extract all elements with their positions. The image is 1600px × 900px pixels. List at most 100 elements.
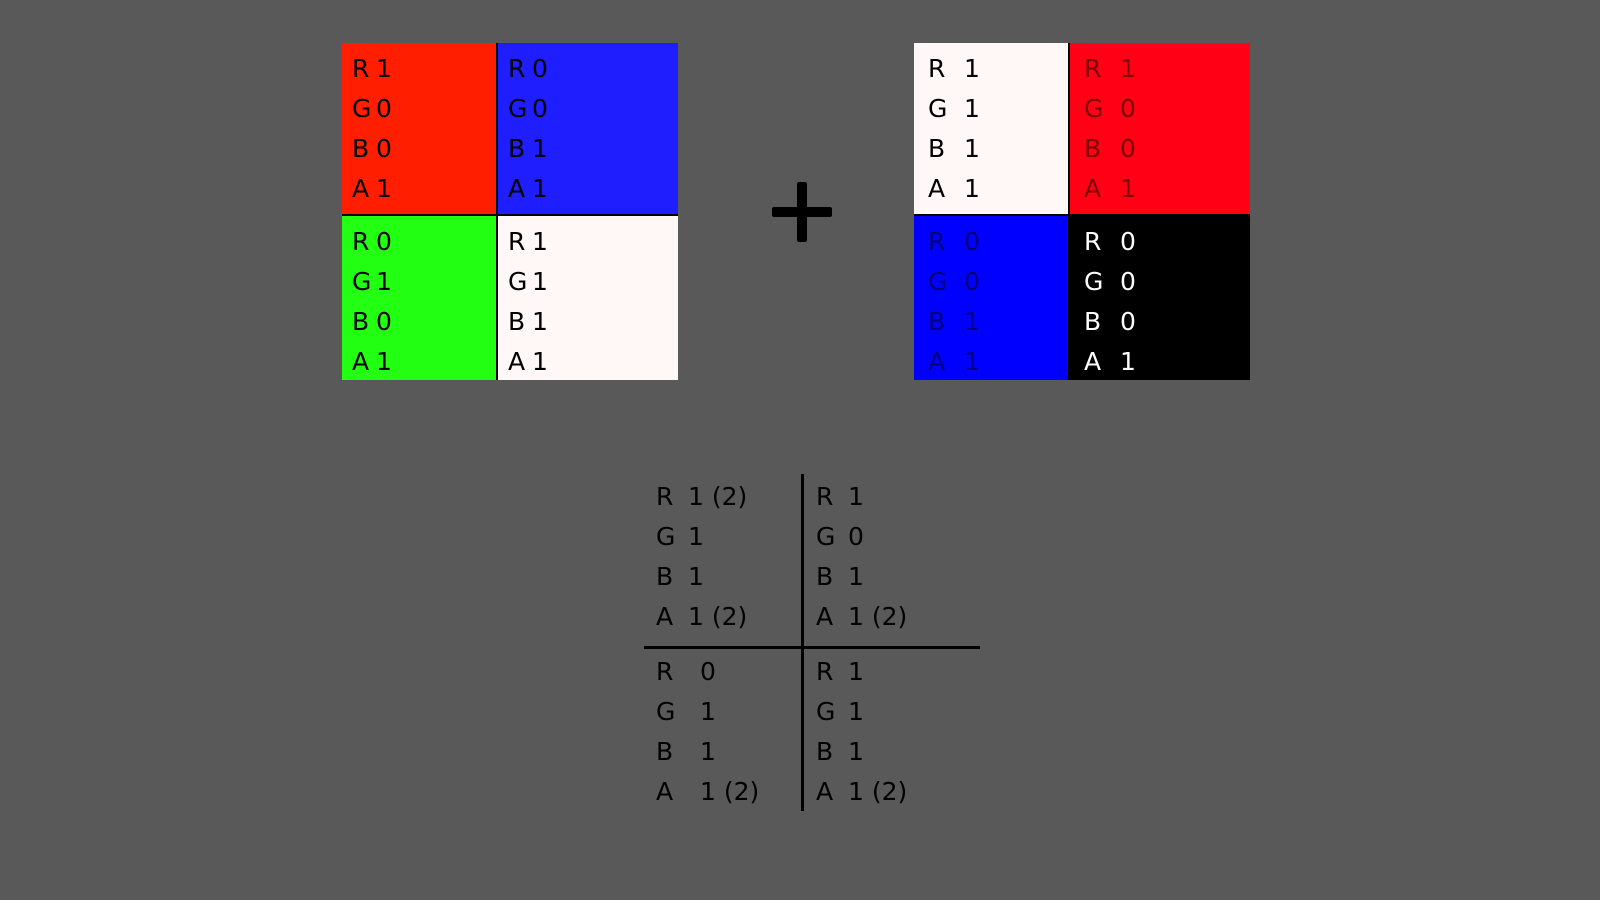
channel-row: B0 <box>352 129 392 169</box>
channel-row: G0 <box>1084 89 1136 129</box>
channel-value: 1 <box>964 174 980 203</box>
channel-label: G <box>352 94 372 123</box>
channel-row: R1 <box>816 477 907 517</box>
channel-label: R <box>656 482 674 511</box>
channel-value: 0 <box>1120 267 1136 296</box>
channel-label: G <box>928 267 948 296</box>
channel-value: 0 <box>700 657 716 686</box>
channel-label: A <box>656 602 674 631</box>
channel-row: G0 <box>816 517 907 557</box>
channel-row: R1 <box>352 49 392 89</box>
bottom-right-cell: R1G1B1A1 <box>498 216 678 380</box>
channel-row: G1 <box>656 692 759 732</box>
channel-label: G <box>816 697 836 726</box>
channel-value: 1 <box>532 227 548 256</box>
channel-row: A1 <box>1084 169 1136 209</box>
right-color-grid: R1G1B1A1R1G0B0A1R0G0B1A1R0G0B0A1 <box>914 43 1250 380</box>
channel-label: R <box>508 54 526 83</box>
channel-row: R1 <box>508 222 548 262</box>
channel-label: B <box>816 562 834 591</box>
channel-row: A1 <box>352 342 392 380</box>
channel-label: A <box>928 347 946 376</box>
channel-row: B1 <box>508 129 548 169</box>
channel-value: 1 (2) <box>848 602 908 631</box>
bottom-left-cell: R0G1B1A1 (2) <box>644 649 801 811</box>
channel-row: B1 <box>816 732 907 772</box>
channel-label: A <box>1084 347 1102 376</box>
channel-list: R1G1B1A1 <box>508 222 548 380</box>
channel-row: R0 <box>656 652 759 692</box>
channel-label: G <box>1084 267 1104 296</box>
top-right-cell: R1G0B0A1 <box>1070 43 1250 214</box>
channel-label: G <box>1084 94 1104 123</box>
channel-value: 1 <box>688 562 704 591</box>
channel-list: R0G0B0A1 <box>1084 222 1136 380</box>
channel-list: R1G0B1A1 (2) <box>816 477 907 637</box>
channel-row: R1 <box>816 652 907 692</box>
channel-label: R <box>1084 54 1102 83</box>
channel-value: 1 <box>532 307 548 336</box>
channel-label: A <box>508 174 526 203</box>
channel-label: A <box>1084 174 1102 203</box>
channel-label: B <box>352 307 370 336</box>
channel-label: G <box>928 94 948 123</box>
channel-row: B1 <box>928 302 980 342</box>
channel-value: 1 (2) <box>688 602 748 631</box>
channel-value: 1 <box>964 54 980 83</box>
channel-value: 1 <box>532 347 548 376</box>
left-color-grid: R1G0B0A1R0G0B1A1R0G1B0A1R1G1B1A1 <box>342 43 678 380</box>
channel-value: 0 <box>848 522 864 551</box>
channel-row: A1 <box>508 169 548 209</box>
channel-label: G <box>508 267 528 296</box>
channel-row: G0 <box>1084 262 1136 302</box>
channel-value: 0 <box>964 227 980 256</box>
channel-row: R0 <box>1084 222 1136 262</box>
result-grid: R1 (2) G 1 B 1 A 1 (2) R 1 G 0 B 1 A 1 (2) R 0 G 1 B 1 A 1 (2)… <box>644 474 980 811</box>
top-left-cell: R1G1B1A1 <box>914 43 1068 214</box>
top-right-cell: R1G0B1A1 (2) <box>804 474 980 646</box>
channel-label: B <box>508 134 526 163</box>
bottom-right-cell: R1G1B1A1 (2) <box>804 649 980 811</box>
channel-label: G <box>352 267 372 296</box>
channel-row: G1 <box>816 692 907 732</box>
channel-list: R1G0B0A1 <box>352 49 392 209</box>
channel-row: G1 <box>508 262 548 302</box>
channel-value: 1 <box>1120 174 1136 203</box>
channel-label: R <box>352 54 370 83</box>
channel-row: A1 <box>508 342 548 380</box>
channel-list: R1G1B1A1 (2) <box>816 652 907 811</box>
channel-list: R1G1B1A1 <box>928 49 980 209</box>
top-left-cell: R1G0B0A1 <box>342 43 496 214</box>
channel-value: 0 <box>964 267 980 296</box>
channel-value: 0 <box>1120 134 1136 163</box>
channel-label: R <box>816 657 834 686</box>
channel-row: B0 <box>352 302 392 342</box>
bottom-left-cell: R0G0 B1 A1 <box>914 216 1068 380</box>
channel-value: 1 <box>700 697 716 726</box>
plus-icon <box>772 182 832 242</box>
channel-value: 1 (2) <box>688 482 748 511</box>
channel-row: A1 <box>928 169 980 209</box>
channel-value: 0 <box>376 227 392 256</box>
channel-value: 1 <box>964 307 980 336</box>
channel-row: A 1 (2) <box>816 772 907 811</box>
channel-label: G <box>656 697 676 726</box>
channel-value: 1 <box>848 482 864 511</box>
channel-value: 1 <box>964 134 980 163</box>
channel-row: R1 <box>1084 49 1136 89</box>
channel-label: B <box>1084 307 1102 336</box>
channel-value: 1 (2) <box>848 777 908 806</box>
channel-row: G0 <box>352 89 392 129</box>
channel-value: 1 <box>532 267 548 296</box>
channel-row: R1 <box>928 49 980 89</box>
channel-list: R0G1B1A1 (2) <box>656 652 759 811</box>
channel-value: 1 <box>376 174 392 203</box>
channel-row: R0 <box>352 222 392 262</box>
channel-value: 1 <box>848 657 864 686</box>
channel-value: 0 <box>532 54 548 83</box>
channel-value: 0 <box>532 94 548 123</box>
channel-value: 1 <box>532 174 548 203</box>
channel-label: R <box>928 227 946 256</box>
channel-list: R1G0B0A1 <box>1084 49 1136 209</box>
channel-value: 1 <box>688 522 704 551</box>
